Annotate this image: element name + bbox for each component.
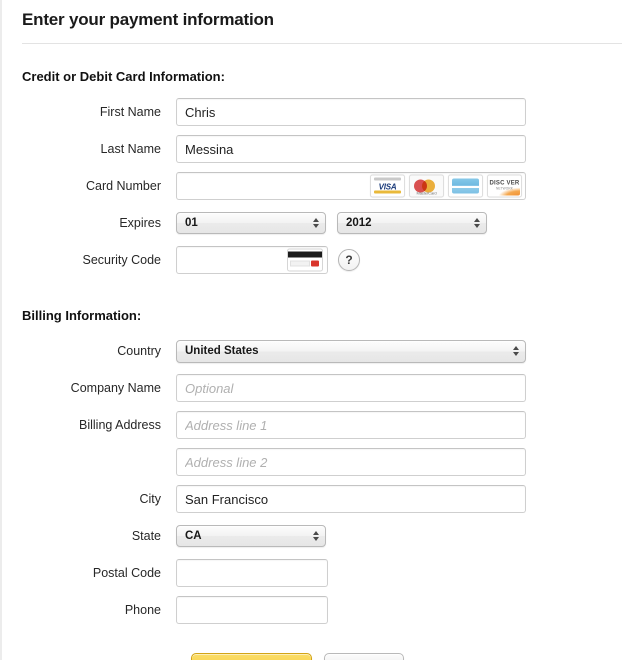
expiry-year-select[interactable]: 2012 [337,212,487,234]
country-value: United States [185,345,259,357]
expiry-year-value: 2012 [346,217,372,229]
form-header: Enter your payment information [2,0,642,44]
chevron-updown-icon [473,216,480,230]
state-value: CA [185,530,202,542]
chevron-updown-icon [512,344,519,358]
last-name-label: Last Name [100,142,161,156]
billing-fields-group: Country United States Company Name Billi… [2,323,642,626]
postal-code-input[interactable] [176,559,328,587]
city-label: City [139,492,161,506]
city-row: City [2,483,642,515]
billing-address-label: Billing Address [79,418,161,432]
billing-section-heading: Billing Information: [22,308,142,323]
state-select[interactable]: CA [176,525,326,547]
first-name-label: First Name [99,105,161,119]
card-fields-group: First Name Last Name Card Number VISA Ma… [2,84,642,276]
country-select[interactable]: United States [176,339,526,363]
card-number-input[interactable] [176,172,526,200]
cancel-button[interactable]: Cancel [323,653,405,660]
expiry-month-select[interactable]: 01 [176,212,326,234]
company-name-row: Company Name [2,372,642,404]
state-label: State [131,529,161,543]
security-code-wrap [176,246,328,274]
payment-form-page: Enter your payment information Credit or… [0,0,642,660]
chevron-updown-icon [312,216,319,230]
state-row: State CA [2,520,642,552]
security-code-help-button[interactable]: ? [338,249,360,271]
billing-address-line1-input[interactable] [176,411,526,439]
last-name-input[interactable] [176,135,526,163]
expires-row: Expires 01 2012 [2,207,642,239]
billing-address2-row [2,446,642,478]
company-name-input[interactable] [176,374,526,402]
country-label: Country [117,344,161,358]
card-number-row: Card Number VISA MasterCard DISC VER NETW… [2,170,642,202]
security-code-input[interactable] [176,246,328,274]
security-code-row: Security Code ? [2,244,642,276]
billing-address-line2-input[interactable] [176,448,526,476]
country-row: Country United States [2,335,642,367]
phone-row: Phone [2,594,642,626]
phone-input[interactable] [176,596,328,624]
first-name-row: First Name [2,96,642,128]
postal-code-label: Postal Code [92,566,161,580]
card-number-wrap: VISA MasterCard DISC VER NETWORK [176,172,526,200]
company-name-label: Company Name [70,381,161,395]
security-code-label: Security Code [82,253,161,267]
page-title: Enter your payment information [22,10,274,29]
expiry-month-value: 01 [185,217,198,229]
phone-label: Phone [124,603,161,617]
city-input[interactable] [176,485,526,513]
review-order-button[interactable]: Review order [191,653,312,660]
billing-address-row: Billing Address [2,409,642,441]
expires-label: Expires [119,216,161,230]
chevron-updown-icon [312,529,319,543]
form-actions: Review order Cancel [2,631,642,660]
card-section-heading: Credit or Debit Card Information: [22,69,225,84]
last-name-row: Last Name [2,133,642,165]
postal-code-row: Postal Code [2,557,642,589]
card-number-label: Card Number [85,179,161,193]
first-name-input[interactable] [176,98,526,126]
